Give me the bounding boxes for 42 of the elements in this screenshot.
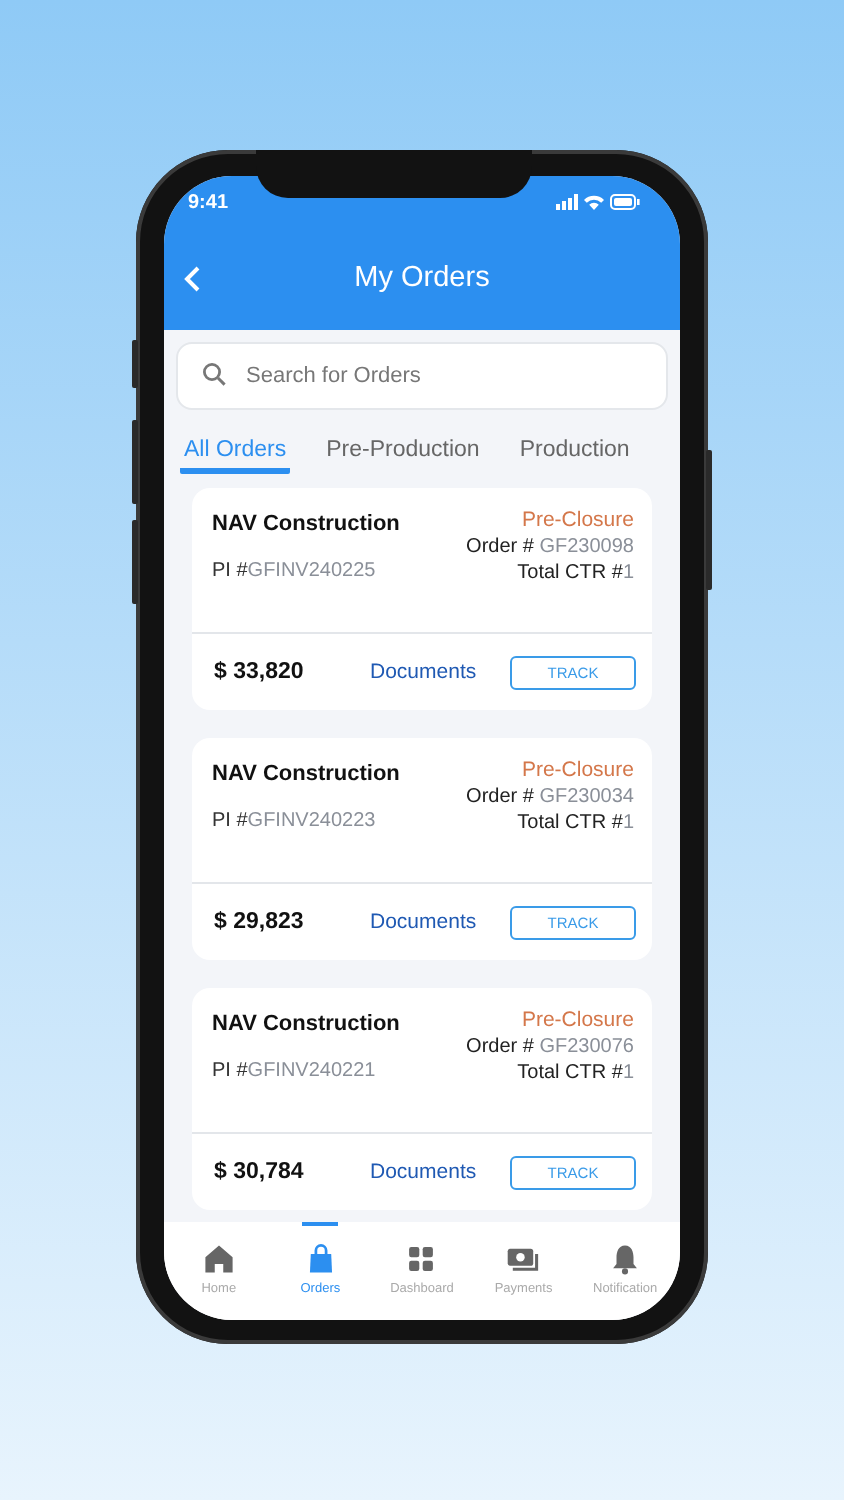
customer-name: NAV Construction [212,1012,400,1036]
order-status: Pre-Closure [519,1008,634,1034]
order-status: Pre-Closure [519,758,634,784]
ctr-count: 1 [622,1062,634,1084]
signal-icon [556,194,578,210]
ctr-label: Total CTR # [517,562,623,584]
order-number: GF230076 [539,1036,634,1058]
page-title: My Orders [354,261,490,293]
home-icon [201,1242,236,1276]
back-icon[interactable] [184,266,200,292]
tab[interactable]: All Orders [180,426,291,474]
order-number: GF230034 [539,786,634,808]
documents-link[interactable]: Documents [370,910,510,934]
pi-number: GFINV240221 [247,1060,376,1082]
documents-link[interactable]: Documents [370,1160,510,1184]
customer-name: NAV Construction [212,512,400,536]
pi-label: PI # [212,1060,248,1082]
battery-icon [610,194,640,210]
order-status: Pre-Closure [519,508,634,534]
pi-number: GFINV240225 [247,560,376,582]
order-amount: $ 29,823 [214,910,306,934]
order-label: Order # [466,536,534,558]
ctr-count: 1 [622,562,634,584]
tab[interactable]: Production [515,426,634,474]
order-amount: $ 30,784 [214,1160,306,1184]
ctr-label: Total CTR # [517,1062,623,1084]
status-time: 9:41 [188,191,229,213]
pi-number: GFINV240223 [247,810,376,832]
order-label: Order # [466,786,534,808]
customer-name: NAV Construction [212,762,400,786]
ctr-label: Total CTR # [517,812,623,834]
pi-label: PI # [212,810,248,832]
order-amount: $ 33,820 [214,660,306,684]
grid-icon [404,1242,439,1276]
pi-label: PI # [212,560,248,582]
wifi-icon [584,194,604,210]
search-field[interactable]: Search for Orders [176,342,668,410]
order-number: GF230098 [539,536,634,558]
ctr-count: 1 [622,812,634,834]
tab[interactable]: Pre-Production [322,426,484,474]
documents-link[interactable]: Documents [370,660,510,684]
order-label: Order # [466,1036,534,1058]
